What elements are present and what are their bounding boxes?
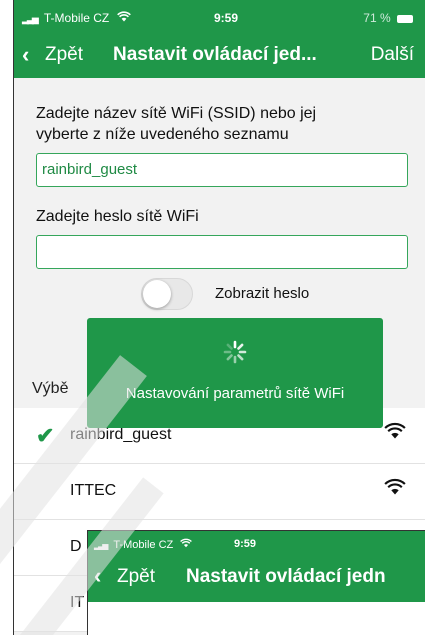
network-row[interactable]: ITTEC — [14, 464, 425, 520]
status-time: 9:59 — [214, 11, 239, 25]
next-button[interactable]: Další — [371, 44, 414, 66]
network-name: rainbird_guest — [70, 426, 172, 443]
show-password-toggle[interactable] — [141, 278, 193, 310]
signal-icon: ▂▃▅ — [94, 541, 109, 550]
show-password-label: Zobrazit heslo — [215, 285, 310, 302]
ssid-input[interactable]: rainbird_guest — [36, 153, 408, 187]
signal-icon: ▂▃▅ — [22, 14, 39, 24]
battery-percent: 71 % — [363, 11, 391, 25]
password-label: Zadejte heslo sítě WiFi — [36, 208, 199, 225]
loading-toast: Nastavování parametrů sítě WiFi — [87, 318, 383, 428]
screenshot-collage: t ▂▃▅ T-Mobile CZ 9:59 71 % ‹ Zpět Nasta… — [0, 0, 425, 635]
foreground-screenshot: ▂▃▅ T-Mobile CZ 9:59 ‹ Zpět Nastavit ovl… — [87, 530, 425, 635]
front-status-bar: ▂▃▅ T-Mobile CZ 9:59 — [88, 531, 425, 558]
front-carrier-group: ▂▃▅ T-Mobile CZ — [94, 538, 193, 551]
front-status-time: 9:59 — [234, 538, 257, 550]
toggle-knob — [143, 280, 171, 308]
password-input[interactable] — [36, 235, 408, 269]
back-chevron-icon: ‹ — [94, 563, 102, 588]
toast-message: Nastavování parametrů sítě WiFi — [125, 385, 345, 402]
front-carrier-name: T-Mobile CZ — [113, 539, 174, 551]
status-carrier-group: ▂▃▅ T-Mobile CZ — [22, 11, 131, 25]
network-section-header: Výbě — [32, 380, 69, 397]
page-title: Nastavit ovládací jed... — [113, 44, 317, 65]
checkmark-icon: ✔ — [36, 423, 55, 448]
status-bar: ▂▃▅ T-Mobile CZ 9:59 71 % — [14, 0, 425, 34]
battery-group: 71 % — [363, 11, 413, 25]
wifi-signal-icon — [384, 478, 406, 500]
wifi-signal-icon — [384, 422, 406, 444]
battery-icon — [397, 15, 413, 23]
navigation-bar: ‹ Zpět Nastavit ovládací jed... Další — [14, 34, 425, 78]
back-button[interactable]: Zpět — [45, 44, 83, 66]
wifi-status-icon — [180, 538, 193, 551]
ssid-label-line1: Zadejte název sítě WiFi (SSID) nebo jej — [36, 105, 317, 122]
front-back-button: Zpět — [117, 566, 156, 587]
wifi-status-icon — [116, 11, 131, 25]
carrier-name: T-Mobile CZ — [43, 11, 110, 25]
network-name: ITTEC — [70, 482, 117, 499]
front-page-title: Nastavit ovládací jedn — [186, 566, 386, 587]
ssid-label-line2: vyberte z níže uvedeného seznamu — [36, 126, 289, 143]
loading-spinner-icon — [223, 340, 247, 364]
network-name: IT — [70, 594, 85, 611]
network-name: D — [70, 538, 82, 555]
front-navigation-bar: ‹ Zpět Nastavit ovládací jedn — [88, 558, 425, 602]
back-chevron-icon[interactable]: ‹ — [22, 42, 29, 68]
